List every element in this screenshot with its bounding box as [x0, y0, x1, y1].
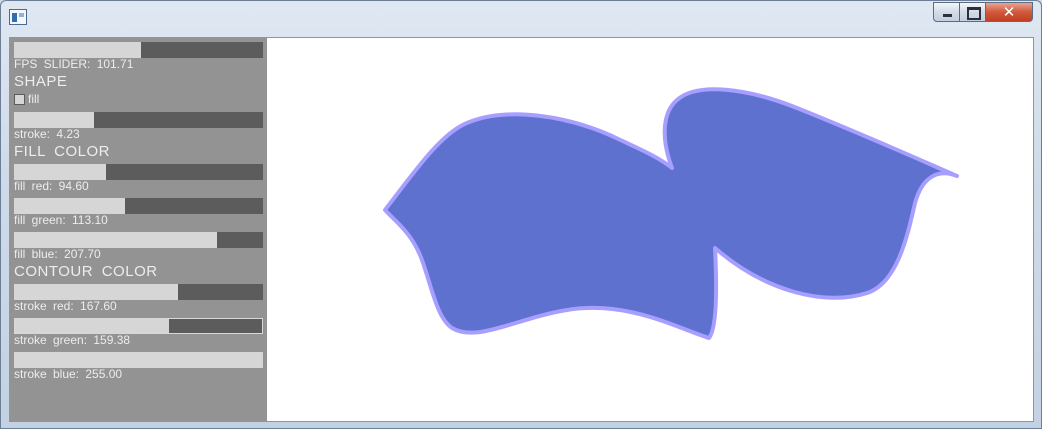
- fill-color-header: FILL COLOR: [14, 143, 110, 160]
- client-area: FPS SLIDER: 101.71 SHAPE fill stroke: 4.…: [9, 37, 1034, 422]
- caption-buttons: ✕: [933, 2, 1033, 22]
- fill-red-slider-fill: [14, 164, 107, 180]
- gui-panel: FPS SLIDER: 101.71 SHAPE fill stroke: 4.…: [10, 38, 267, 421]
- fill-toggle-label: fill: [28, 92, 40, 106]
- stroke-red-label: stroke red: 167.60: [14, 299, 117, 313]
- fill-green-label: fill green: 113.10: [14, 213, 108, 227]
- stroke-green-slider[interactable]: [14, 318, 263, 334]
- stroke-slider-label: stroke: 4.23: [14, 127, 80, 141]
- fill-green-slider[interactable]: [14, 198, 263, 214]
- fill-toggle[interactable]: [14, 94, 25, 105]
- fill-red-slider[interactable]: [14, 164, 263, 180]
- blob-shape: [383, 87, 959, 340]
- fill-red-label: fill red: 94.60: [14, 179, 89, 193]
- fill-green-slider-fill: [14, 198, 125, 214]
- shape-svg: [383, 87, 959, 340]
- fill-blue-label: fill blue: 207.70: [14, 247, 101, 261]
- app-icon[interactable]: [9, 9, 27, 25]
- fps-slider-label: FPS SLIDER: 101.71: [14, 57, 134, 71]
- close-button[interactable]: ✕: [986, 2, 1033, 22]
- app-window: ✕ FPS SLIDER: 101.71 SHAPE fill stroke: …: [0, 0, 1042, 429]
- close-icon: ✕: [1002, 3, 1016, 21]
- fps-slider-fill: [14, 42, 141, 58]
- stroke-green-label: stroke green: 159.38: [14, 333, 131, 347]
- contour-color-header: CONTOUR COLOR: [14, 263, 158, 280]
- stroke-red-slider[interactable]: [14, 284, 263, 300]
- shape-header: SHAPE: [14, 73, 68, 90]
- drawing-canvas[interactable]: [267, 38, 1033, 421]
- stroke-blue-slider-fill: [14, 352, 263, 368]
- maximize-button[interactable]: [960, 2, 986, 22]
- stroke-slider[interactable]: [14, 112, 263, 128]
- stroke-green-slider-fill: [15, 319, 170, 333]
- fill-blue-slider-fill: [14, 232, 217, 248]
- stroke-blue-label: stroke blue: 255.00: [14, 367, 123, 381]
- fps-slider[interactable]: [14, 42, 263, 58]
- stroke-red-slider-fill: [14, 284, 178, 300]
- fill-blue-slider[interactable]: [14, 232, 263, 248]
- stroke-blue-slider[interactable]: [14, 352, 263, 368]
- minimize-button[interactable]: [933, 2, 960, 22]
- stroke-slider-fill: [14, 112, 94, 128]
